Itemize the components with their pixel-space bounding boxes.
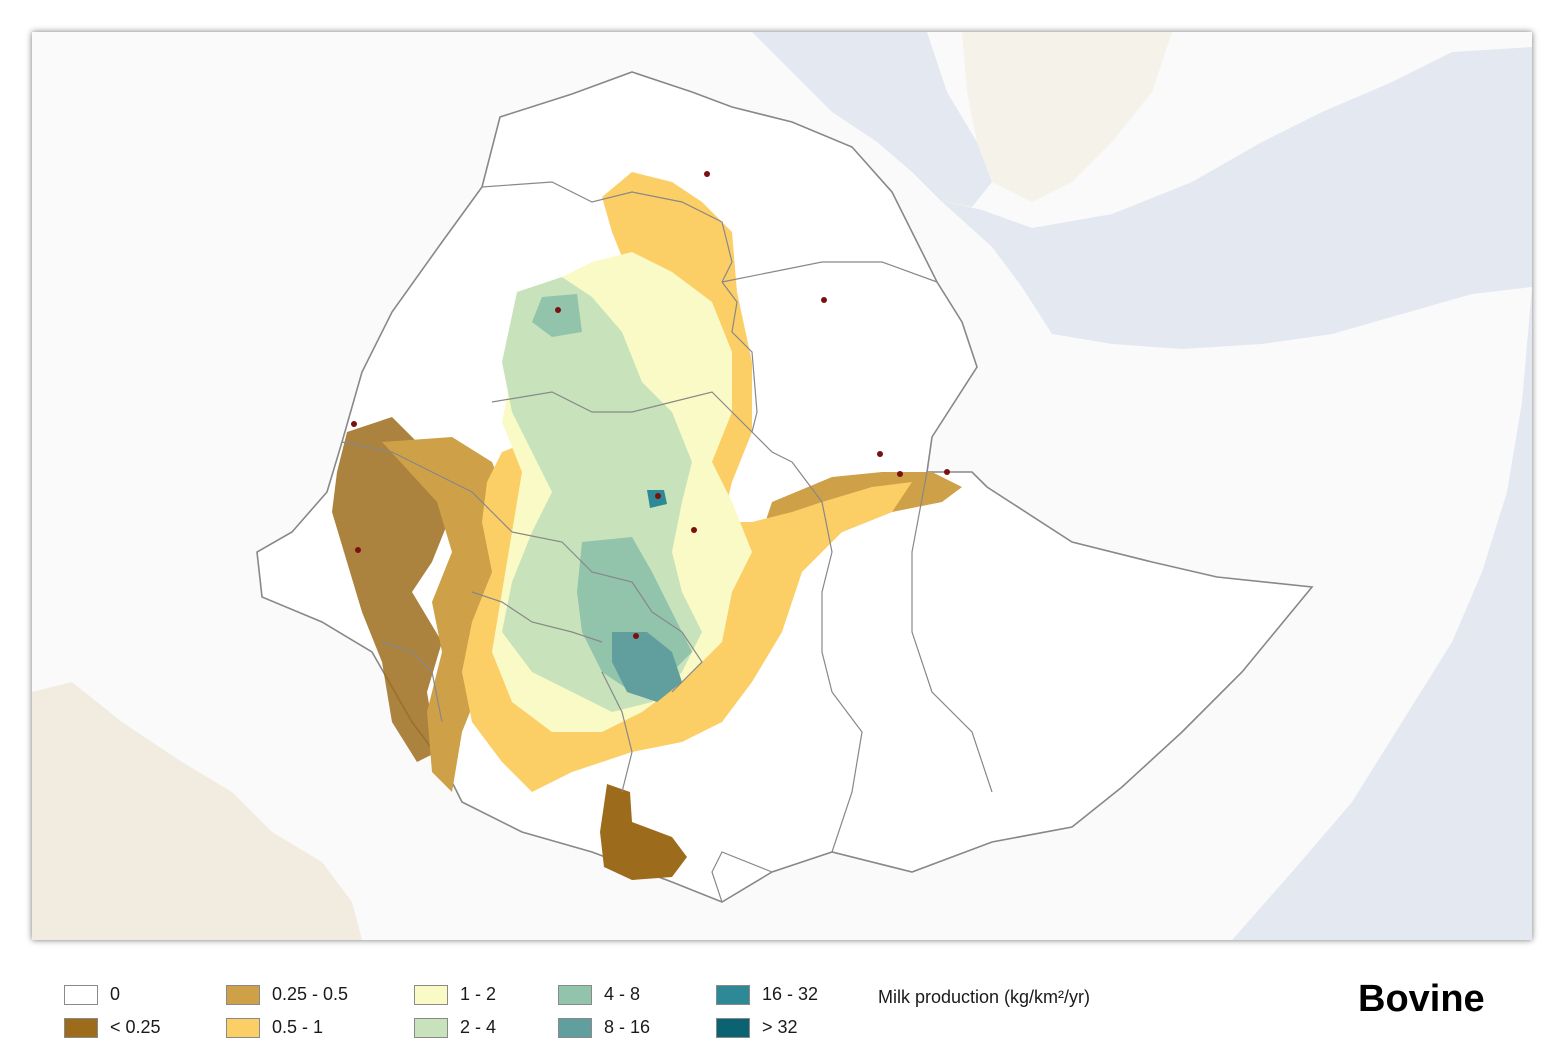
legend-label: 0.5 - 1 [272,1017,324,1037]
city-marker [704,171,710,177]
legend-item-0: 0 [64,984,120,1005]
legend-label: 4 - 8 [604,984,641,1004]
legend-item-5: 2 - 4 [414,1017,496,1038]
legend-swatch [414,1017,448,1038]
city-marker [355,547,361,553]
legend-swatch [558,984,592,1005]
legend-label: 1 - 2 [460,984,497,1004]
legend-label: < 0.25 [110,1017,161,1037]
legend-swatch [226,1017,260,1038]
land-texture-west [32,682,362,940]
city-marker [944,469,950,475]
legend-label: 8 - 16 [604,1017,651,1037]
city-marker [897,471,903,477]
city-marker [877,451,883,457]
city-marker [655,493,661,499]
city-marker [691,527,697,533]
map-panel [32,32,1532,940]
city-marker [633,633,639,639]
legend-label: 0.25 - 0.5 [272,984,349,1004]
legend-label: 2 - 4 [460,1017,497,1037]
legend-item-7: 8 - 16 [558,1017,650,1038]
map-canvas [32,32,1532,940]
legend: 0 < 0.25 0.25 - 0.5 0.5 - 1 1 - 2 2 - 4 … [0,975,1564,1054]
legend-item-6: 4 - 8 [558,984,640,1005]
legend-swatch [64,984,98,1005]
legend-label: 16 - 32 [762,984,819,1004]
legend-swatch [64,1017,98,1038]
legend-swatch [558,1017,592,1038]
legend-swatch [716,984,750,1005]
legend-item-8: 16 - 32 [716,984,818,1005]
species-label: Bovine [1358,978,1485,1020]
land-texture-arabia [962,32,1172,202]
legend-title: Milk production (kg/km²/yr) [878,987,1091,1007]
legend-label: 0 [110,984,121,1004]
city-marker [821,297,827,303]
legend-item-9: > 32 [716,1017,798,1038]
legend-item-1: < 0.25 [64,1017,161,1038]
legend-item-4: 1 - 2 [414,984,496,1005]
legend-label: > 32 [762,1017,798,1037]
city-marker [351,421,357,427]
legend-swatch [716,1017,750,1038]
legend-item-2: 0.25 - 0.5 [226,984,348,1005]
legend-item-3: 0.5 - 1 [226,1017,323,1038]
city-marker [555,307,561,313]
legend-swatch [226,984,260,1005]
legend-swatch [414,984,448,1005]
